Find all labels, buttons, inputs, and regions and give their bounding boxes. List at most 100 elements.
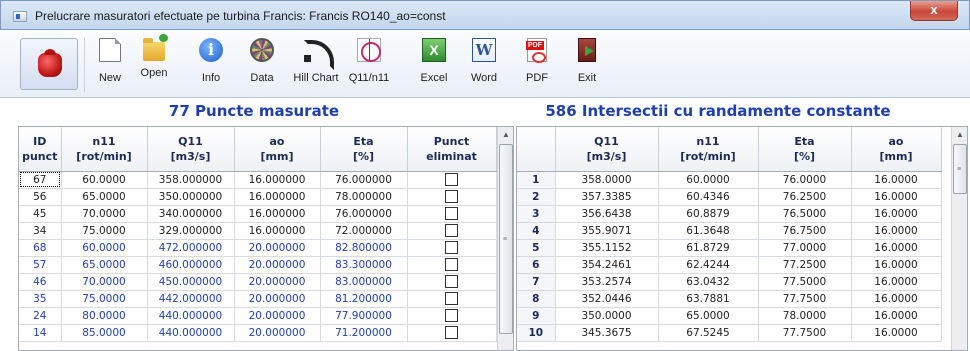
- table-cell[interactable]: 85.0000: [61, 324, 148, 342]
- table-cell[interactable]: 357.3385: [555, 188, 659, 206]
- table-cell[interactable]: 352.0446: [555, 290, 659, 308]
- open-button[interactable]: Open: [136, 34, 172, 94]
- table-cell[interactable]: 20.000000: [234, 239, 321, 257]
- col-header-eta[interactable]: Eta [%]: [320, 127, 408, 172]
- scroll-up-arrow-icon[interactable]: ▲: [498, 127, 513, 143]
- table-cell[interactable]: 16.0000: [851, 222, 942, 240]
- table-cell[interactable]: 16.000000: [234, 222, 321, 240]
- table-cell[interactable]: 81.200000: [320, 290, 408, 308]
- table-cell[interactable]: 356.6438: [555, 205, 659, 223]
- table-row[interactable]: 3 356.6438 60.8879 76.5000 16.0000: [517, 205, 942, 223]
- table-cell[interactable]: 16.0000: [851, 205, 942, 223]
- table-cell[interactable]: 355.1152: [555, 239, 659, 257]
- table-cell[interactable]: 76.000000: [320, 171, 408, 189]
- info-button[interactable]: i Info: [193, 38, 229, 94]
- table-row[interactable]: 8 352.0446 63.7881 77.7500 16.0000: [517, 290, 942, 308]
- table-cell[interactable]: 83.000000: [320, 273, 408, 291]
- window-close-button[interactable]: x: [910, 1, 958, 21]
- punct-eliminat-checkbox[interactable]: [445, 241, 458, 254]
- row-number-cell[interactable]: 2: [517, 188, 556, 206]
- row-number-cell[interactable]: 10: [517, 324, 556, 342]
- table-cell[interactable]: 350.0000: [555, 307, 659, 325]
- table-cell[interactable]: 35: [19, 290, 62, 308]
- table-cell[interactable]: 67.5245: [658, 324, 759, 342]
- table-row[interactable]: 5 355.1152 61.8729 77.0000 16.0000: [517, 239, 942, 257]
- table-cell[interactable]: 442.000000: [147, 290, 235, 308]
- col-header-q11[interactable]: Q11 [m3/s]: [147, 127, 235, 172]
- table-cell[interactable]: 20.000000: [234, 290, 321, 308]
- table-cell[interactable]: 77.900000: [320, 307, 408, 325]
- new-button[interactable]: New: [92, 38, 128, 94]
- row-number-cell[interactable]: 9: [517, 307, 556, 325]
- table-cell[interactable]: 14: [19, 324, 62, 342]
- table-row[interactable]: 67 60.0000 358.000000 16.000000 76.000000: [19, 171, 497, 189]
- table-cell[interactable]: 80.0000: [61, 307, 148, 325]
- table-cell[interactable]: 345.3675: [555, 324, 659, 342]
- table-cell[interactable]: 440.000000: [147, 324, 235, 342]
- table-cell[interactable]: 78.0000: [758, 307, 852, 325]
- row-number-cell[interactable]: 1: [517, 171, 556, 189]
- data-button[interactable]: Data: [244, 38, 280, 94]
- punct-eliminat-checkbox[interactable]: [445, 309, 458, 322]
- table-row[interactable]: 2 357.3385 60.4346 76.2500 16.0000: [517, 188, 942, 206]
- table-cell[interactable]: 45: [19, 205, 62, 223]
- table-cell[interactable]: 450.000000: [147, 273, 235, 291]
- table-cell[interactable]: 60.0000: [61, 239, 148, 257]
- table-cell[interactable]: 77.2500: [758, 256, 852, 274]
- punct-eliminat-checkbox[interactable]: [445, 275, 458, 288]
- table-cell[interactable]: 16.0000: [851, 324, 942, 342]
- punct-eliminat-checkbox[interactable]: [445, 292, 458, 305]
- table-cell[interactable]: 70.0000: [61, 273, 148, 291]
- table-cell[interactable]: 24: [19, 307, 62, 325]
- table-row[interactable]: 45 70.0000 340.000000 16.000000 76.000000: [19, 205, 497, 223]
- table-cell[interactable]: 340.000000: [147, 205, 235, 223]
- table-cell[interactable]: 68: [19, 239, 62, 257]
- hill-chart-button[interactable]: Hill Chart: [288, 38, 344, 94]
- table-cell[interactable]: 16.0000: [851, 239, 942, 257]
- row-number-cell[interactable]: 4: [517, 222, 556, 240]
- table-cell[interactable]: 76.000000: [320, 205, 408, 223]
- table-cell[interactable]: 77.5000: [758, 273, 852, 291]
- table-cell[interactable]: 65.0000: [658, 307, 759, 325]
- punct-eliminat-checkbox[interactable]: [445, 190, 458, 203]
- table-cell[interactable]: 60.0000: [658, 171, 759, 189]
- table-cell[interactable]: 60.0000: [61, 171, 148, 189]
- table-cell[interactable]: 72.000000: [320, 222, 408, 240]
- intersections-grid[interactable]: Q11 [m3/s] n11 [rot/min] Eta [%] ao [mm]…: [516, 126, 968, 351]
- table-cell[interactable]: 77.7500: [758, 290, 852, 308]
- table-cell[interactable]: 16.0000: [851, 188, 942, 206]
- table-cell[interactable]: 65.0000: [61, 256, 148, 274]
- col-header-n11[interactable]: n11 [rot/min]: [61, 127, 148, 172]
- row-number-cell[interactable]: 8: [517, 290, 556, 308]
- row-number-cell[interactable]: 6: [517, 256, 556, 274]
- table-cell[interactable]: 83.300000: [320, 256, 408, 274]
- table-cell[interactable]: 440.000000: [147, 307, 235, 325]
- table-cell[interactable]: 16.0000: [851, 290, 942, 308]
- scroll-up-arrow-icon[interactable]: ▲: [952, 127, 967, 143]
- table-cell[interactable]: 67: [19, 171, 62, 189]
- table-cell[interactable]: 20.000000: [234, 307, 321, 325]
- table-cell[interactable]: 75.0000: [61, 222, 148, 240]
- punct-eliminat-checkbox[interactable]: [445, 207, 458, 220]
- table-cell[interactable]: 76.2500: [758, 188, 852, 206]
- col-header-row-number[interactable]: [517, 127, 556, 172]
- table-cell[interactable]: 20.000000: [234, 256, 321, 274]
- table-cell[interactable]: 78.000000: [320, 188, 408, 206]
- table-row[interactable]: 34 75.0000 329.000000 16.000000 72.000000: [19, 222, 497, 240]
- col-header-n11[interactable]: n11 [rot/min]: [658, 127, 759, 172]
- table-cell[interactable]: 76.5000: [758, 205, 852, 223]
- punct-eliminat-checkbox[interactable]: [445, 224, 458, 237]
- table-cell[interactable]: 61.8729: [658, 239, 759, 257]
- table-cell[interactable]: 16.0000: [851, 256, 942, 274]
- col-header-q11[interactable]: Q11 [m3/s]: [555, 127, 659, 172]
- table-cell[interactable]: 60.8879: [658, 205, 759, 223]
- table-cell[interactable]: 34: [19, 222, 62, 240]
- table-cell[interactable]: 460.000000: [147, 256, 235, 274]
- table-cell[interactable]: 329.000000: [147, 222, 235, 240]
- table-cell[interactable]: 56: [19, 188, 62, 206]
- table-cell[interactable]: 16.0000: [851, 171, 942, 189]
- measured-points-grid[interactable]: ID punct n11 [rot/min] Q11 [m3/s] ao [mm…: [18, 126, 514, 351]
- col-header-punct-eliminat[interactable]: Punct eliminat: [407, 127, 497, 172]
- table-cell[interactable]: 61.3648: [658, 222, 759, 240]
- measured-points-scrollbar[interactable]: ▲ ≡: [497, 127, 513, 350]
